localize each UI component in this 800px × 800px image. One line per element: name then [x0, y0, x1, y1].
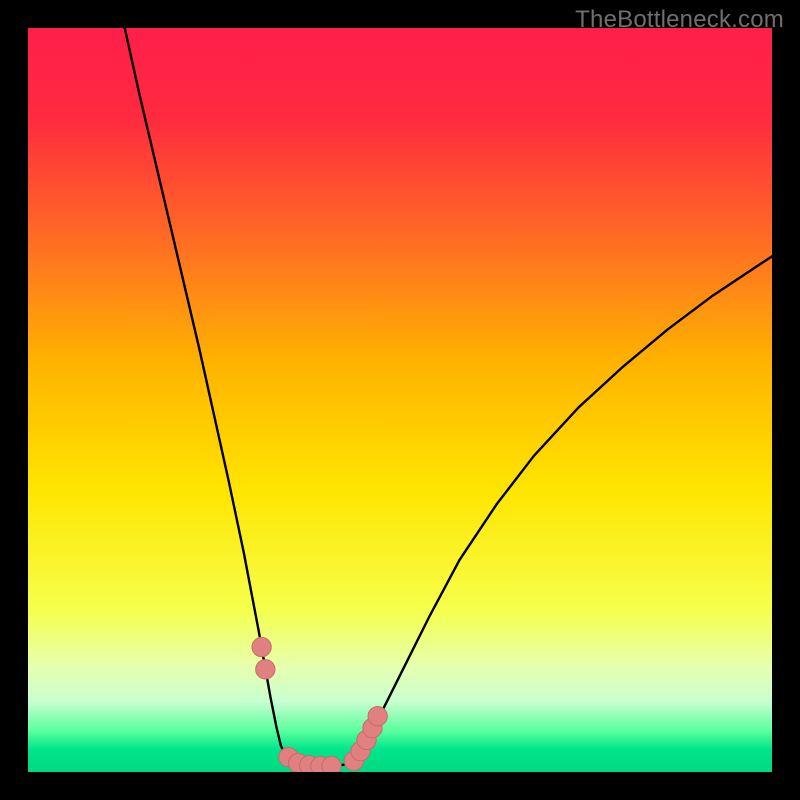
data-marker	[252, 637, 271, 656]
chart-canvas	[28, 28, 772, 772]
data-marker	[322, 756, 341, 772]
data-marker	[368, 707, 387, 726]
watermark-text: TheBottleneck.com	[575, 6, 784, 34]
outer-frame: TheBottleneck.com	[0, 0, 800, 800]
data-marker	[256, 660, 275, 679]
plot-area	[28, 28, 772, 772]
gradient-background	[28, 28, 772, 772]
